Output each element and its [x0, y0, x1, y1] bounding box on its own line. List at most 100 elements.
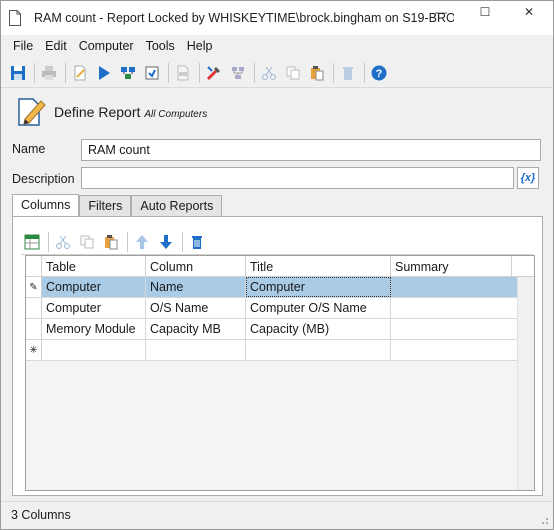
- cell-column[interactable]: Capacity MB: [146, 319, 246, 339]
- menu-help[interactable]: Help: [181, 37, 219, 55]
- title-bar: RAM count - Report Locked by WHISKEYTIME…: [1, 1, 553, 35]
- description-input[interactable]: [81, 167, 514, 189]
- toolbar-separator: [182, 232, 183, 252]
- status-bar: 3 Columns: [1, 501, 553, 529]
- header-subtitle: All Computers: [144, 109, 208, 120]
- header-title[interactable]: Title: [246, 256, 391, 277]
- cell-table[interactable]: [42, 340, 146, 360]
- header-table[interactable]: Table: [42, 256, 146, 277]
- cell-title[interactable]: Computer O/S Name: [246, 298, 391, 318]
- table-row[interactable]: Memory Module Capacity MB Capacity (MB): [26, 319, 518, 340]
- insert-variable-button[interactable]: {x}: [517, 167, 539, 189]
- new-row[interactable]: ✳: [26, 340, 518, 361]
- add-column-icon[interactable]: [21, 231, 43, 253]
- menu-file[interactable]: File: [7, 37, 39, 55]
- cell-summary[interactable]: [391, 340, 518, 360]
- new-row-icon: ✳: [26, 340, 42, 360]
- columns-grid: Table Column Title Summary ✎ Computer Na…: [25, 255, 535, 491]
- toolbar-separator: [127, 232, 128, 252]
- row-header: [26, 319, 42, 339]
- name-label: Name: [12, 142, 46, 156]
- tab-strip: Columns Filters Auto Reports: [12, 194, 223, 217]
- close-icon: ✕: [523, 5, 535, 19]
- toolbar-separator: [364, 63, 365, 83]
- tab-filters[interactable]: Filters: [79, 195, 132, 217]
- toolbar-separator: [199, 63, 200, 83]
- tab-auto-reports[interactable]: Auto Reports: [131, 195, 223, 217]
- report-edit-icon: [15, 95, 47, 127]
- print-icon[interactable]: [38, 62, 60, 84]
- vertical-scrollbar[interactable]: [517, 277, 534, 490]
- columns-toolbar: [21, 231, 210, 253]
- cut-icon[interactable]: [52, 231, 74, 253]
- new-document-icon[interactable]: [69, 62, 91, 84]
- page-title: Define Report All Computers: [54, 104, 207, 120]
- copy-icon[interactable]: [76, 231, 98, 253]
- table-row[interactable]: ✎ Computer Name Computer: [26, 277, 518, 298]
- copy-icon[interactable]: [282, 62, 304, 84]
- cell-title-editing[interactable]: Computer: [246, 277, 391, 297]
- delete-icon[interactable]: [337, 62, 359, 84]
- edit-row-icon: ✎: [26, 277, 42, 297]
- cell-table[interactable]: Computer: [42, 298, 146, 318]
- save-icon[interactable]: [7, 62, 29, 84]
- cut-icon[interactable]: [258, 62, 280, 84]
- cell-summary[interactable]: [391, 277, 518, 297]
- cell-title[interactable]: Capacity (MB): [246, 319, 391, 339]
- delete-column-icon[interactable]: [186, 231, 208, 253]
- maximize-button[interactable]: ☐: [463, 1, 507, 23]
- computers-icon[interactable]: [117, 62, 139, 84]
- minimize-button[interactable]: —: [419, 1, 463, 23]
- cell-summary[interactable]: [391, 298, 518, 318]
- toolbar-separator: [65, 63, 66, 83]
- move-down-icon[interactable]: [155, 231, 177, 253]
- row-header-corner: [26, 256, 42, 277]
- grid-header: Table Column Title Summary: [26, 256, 534, 277]
- document-icon: [9, 10, 21, 26]
- tab-columns[interactable]: Columns: [12, 194, 80, 217]
- cell-title[interactable]: [246, 340, 391, 360]
- svg-text:?: ?: [376, 68, 383, 80]
- status-text: 3 Columns: [11, 508, 71, 522]
- paste-icon[interactable]: [100, 231, 122, 253]
- cell-column[interactable]: Name: [146, 277, 246, 297]
- close-button[interactable]: ✕: [507, 1, 551, 23]
- toolbar-divider: [1, 87, 553, 88]
- tools-icon[interactable]: [203, 62, 225, 84]
- network-icon[interactable]: [227, 62, 249, 84]
- variable-icon: {x}: [520, 172, 536, 184]
- paste-icon[interactable]: [306, 62, 328, 84]
- minimize-icon: —: [435, 5, 447, 19]
- columns-tab-panel: Table Column Title Summary ✎ Computer Na…: [12, 216, 543, 496]
- cell-table[interactable]: Memory Module: [42, 319, 146, 339]
- resize-grip-icon[interactable]: [539, 515, 549, 525]
- toolbar-separator: [34, 63, 35, 83]
- export-icon[interactable]: [141, 62, 163, 84]
- main-toolbar: ?: [1, 59, 553, 87]
- window-title: RAM count - Report Locked by WHISKEYTIME…: [34, 11, 454, 25]
- menu-bar: File Edit Computer Tools Help: [1, 35, 553, 57]
- menu-computer[interactable]: Computer: [73, 37, 140, 55]
- csv-icon[interactable]: [172, 62, 194, 84]
- header-title-text: Define Report: [54, 104, 141, 120]
- cell-summary[interactable]: [391, 319, 518, 339]
- cell-column[interactable]: [146, 340, 246, 360]
- row-header: [26, 298, 42, 318]
- header-summary[interactable]: Summary: [391, 256, 512, 277]
- run-icon[interactable]: [93, 62, 115, 84]
- menu-tools[interactable]: Tools: [140, 37, 181, 55]
- description-label: Description: [12, 172, 75, 186]
- toolbar-separator: [254, 63, 255, 83]
- table-row[interactable]: Computer O/S Name Computer O/S Name: [26, 298, 518, 319]
- move-up-icon[interactable]: [131, 231, 153, 253]
- toolbar-separator: [333, 63, 334, 83]
- cell-column[interactable]: O/S Name: [146, 298, 246, 318]
- menu-edit[interactable]: Edit: [39, 37, 73, 55]
- header-column[interactable]: Column: [146, 256, 246, 277]
- toolbar-separator: [168, 63, 169, 83]
- name-input[interactable]: RAM count: [81, 139, 541, 161]
- maximize-icon: ☐: [479, 5, 491, 19]
- cell-table[interactable]: Computer: [42, 277, 146, 297]
- help-icon[interactable]: ?: [368, 62, 390, 84]
- report-window: RAM count - Report Locked by WHISKEYTIME…: [0, 0, 554, 530]
